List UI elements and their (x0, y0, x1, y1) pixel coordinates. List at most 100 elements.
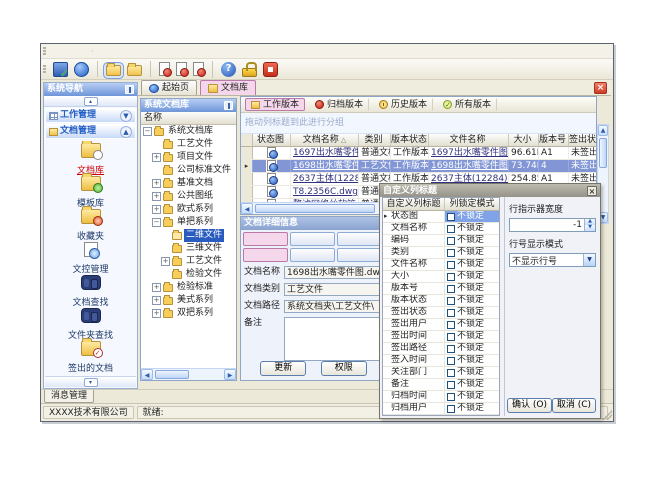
details-tab[interactable] (290, 232, 335, 246)
tree-item[interactable]: − 单把系列 (141, 216, 236, 229)
grid-column-header[interactable]: 文件名称 (429, 134, 509, 146)
column-config-row[interactable]: 关注部门 不锁定 (383, 367, 499, 379)
doc-badge-red-3-icon[interactable] (190, 61, 207, 77)
details-tab[interactable] (243, 232, 288, 246)
tree-item[interactable]: + 双把系列 (141, 307, 236, 320)
sidebar-item[interactable]: 文档查找 (45, 273, 136, 306)
tree-item[interactable]: 三维文件 (141, 242, 236, 255)
column-config-row[interactable]: 版本状态 不锁定 (383, 295, 499, 307)
checkbox[interactable] (447, 321, 455, 329)
close-tab-button[interactable] (594, 82, 607, 94)
tree-expander-icon[interactable]: + (152, 309, 161, 318)
grid-column-header[interactable]: 版本状态 (391, 134, 429, 146)
tree-item[interactable]: − 系统文档库 (141, 125, 236, 138)
lock-mode-cell[interactable]: 不锁定 (445, 343, 499, 354)
permissions-button[interactable]: 权限 (321, 361, 367, 376)
update-button[interactable]: 更新 (260, 361, 306, 376)
config-col2-header[interactable]: 列锁定模式 (445, 198, 499, 210)
version-tab[interactable]: 工作版本 (245, 98, 305, 111)
doc-name-cell[interactable]: 1698出水嘴零件图.dwg (291, 160, 359, 172)
scroll-left-icon[interactable]: ◀ (141, 369, 153, 380)
checkbox[interactable] (447, 225, 455, 233)
field-value[interactable]: 工艺文件 (284, 283, 383, 296)
lock-mode-cell[interactable]: 不锁定 (445, 355, 499, 366)
folder-pair-icon[interactable] (124, 61, 145, 77)
lock-mode-cell[interactable]: 不锁定 (445, 223, 499, 234)
doc-name-cell[interactable]: 2637主体(12284).dwg (291, 173, 359, 185)
lock-mode-cell[interactable]: 不锁定 (445, 235, 499, 246)
checkbox[interactable] (447, 357, 455, 365)
checkbox[interactable] (447, 237, 455, 245)
lock-mode-cell[interactable]: 不锁定 (445, 307, 499, 318)
field-value[interactable] (284, 317, 383, 361)
drag-handle[interactable] (43, 65, 46, 74)
doc-badge-red-2-icon[interactable] (173, 61, 190, 77)
column-config-row[interactable]: 签出时间 不锁定 (383, 331, 499, 343)
config-col1-header[interactable]: 自定义列标题 (383, 198, 445, 210)
sidebar-item[interactable]: 文档库 (45, 141, 136, 174)
tree-expander-icon[interactable]: + (152, 283, 161, 292)
tree-expander-icon[interactable]: + (152, 192, 161, 201)
checkbox[interactable] (447, 249, 455, 257)
lock-icon[interactable] (239, 61, 260, 78)
tree-expander-icon[interactable]: − (152, 218, 161, 227)
lock-mode-cell[interactable]: 不锁定 (445, 379, 499, 390)
menu-item[interactable] (64, 50, 78, 52)
group-by-strip[interactable]: 拖动列标题到此进行分组 (241, 113, 596, 134)
grid-column-header[interactable]: 状态图 (253, 134, 291, 146)
sidebar-group-work[interactable]: 工作管理 ▼ (45, 108, 136, 123)
spinner[interactable]: ▲▼ (584, 219, 595, 231)
column-config-row[interactable]: ▸状态图 不锁定 (383, 211, 499, 223)
tree-item[interactable]: + 美式系列 (141, 294, 236, 307)
scrollbar-thumb[interactable] (155, 370, 189, 379)
doc-badge-red-1-icon[interactable] (150, 61, 173, 77)
lock-mode-cell[interactable]: 不锁定 (445, 391, 499, 402)
checkbox[interactable] (447, 285, 455, 293)
sidebar-item[interactable]: 签出的文档 (45, 339, 136, 372)
pin-icon[interactable] (125, 85, 134, 94)
file-name-cell[interactable]: 1698出水嘴零件图.dwg (429, 160, 509, 172)
scroll-left-icon[interactable]: ◀ (241, 203, 253, 214)
tree-item[interactable]: + 工艺文件 (141, 255, 236, 268)
sidebar-item[interactable]: 收藏夹 (45, 207, 136, 240)
grid-column-header[interactable]: 签出状态 (569, 134, 597, 146)
lock-mode-cell[interactable]: 不锁定 (445, 259, 499, 270)
tree-item[interactable]: 二维文件 (141, 229, 236, 242)
column-config-row[interactable]: 编码 不锁定 (383, 235, 499, 247)
grid-column-header[interactable] (241, 134, 253, 146)
cancel-button[interactable]: 取消 (C) (552, 398, 596, 413)
lock-mode-cell[interactable]: 不锁定 (445, 319, 499, 330)
sidebar-item[interactable]: 文件夹查找 (45, 306, 136, 339)
column-config-row[interactable]: 归档用户 不锁定 (383, 403, 499, 415)
tree-expander-icon[interactable]: + (152, 296, 161, 305)
checkbox[interactable] (447, 213, 455, 221)
tree-expander-icon[interactable]: − (143, 127, 152, 136)
close-icon[interactable] (587, 186, 597, 196)
lock-mode-cell[interactable]: 不锁定 (445, 271, 499, 282)
lock-mode-cell[interactable]: 不锁定 (445, 211, 499, 222)
column-config-row[interactable]: 类别 不锁定 (383, 247, 499, 259)
tree-item[interactable]: + 基准文档 (141, 177, 236, 190)
monitor-check-icon[interactable] (50, 61, 71, 78)
sidebar-item[interactable]: 文控管理 (45, 240, 136, 273)
doc-name-cell[interactable]: 1697出水嘴零件图.dwg (291, 147, 359, 159)
lock-mode-cell[interactable]: 不锁定 (445, 295, 499, 306)
column-config-row[interactable]: 归档时间 不锁定 (383, 391, 499, 403)
column-config-row[interactable]: 签入时间 不锁定 (383, 355, 499, 367)
file-name-cell[interactable]: 1697出水嘴零件图.dwg (429, 147, 509, 159)
tree-item[interactable]: 公司标准文件 (141, 164, 236, 177)
checkbox[interactable] (447, 297, 455, 305)
scrollbar-thumb[interactable] (599, 138, 607, 168)
version-tab[interactable]: 归档版本 (309, 98, 369, 111)
details-tab[interactable] (243, 248, 288, 262)
tree-item[interactable]: + 欧式系列 (141, 203, 236, 216)
menu-item[interactable] (50, 50, 64, 52)
sidebar-item[interactable]: 模板库 (45, 174, 136, 207)
column-config-row[interactable]: 签出路径 不锁定 (383, 343, 499, 355)
checkbox[interactable] (447, 369, 455, 377)
folder-open-icon[interactable] (97, 61, 124, 77)
tree-item[interactable]: + 公共图纸 (141, 190, 236, 203)
version-tab[interactable]: 所有版本 (437, 98, 497, 111)
rownum-mode-select[interactable]: 不显示行号 ▼ (509, 253, 596, 267)
tree-item[interactable]: 工艺文件 (141, 138, 236, 151)
